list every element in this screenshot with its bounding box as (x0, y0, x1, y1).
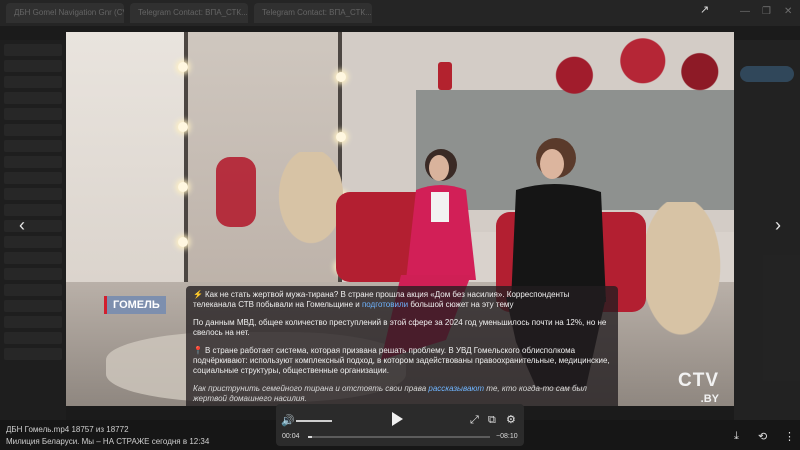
caption-paragraph: ⚡ Как не стать жертвой мужа-тирана? В стр… (193, 290, 611, 310)
chevron-right-icon[interactable]: › (768, 215, 788, 235)
share-icon[interactable]: ↗ (700, 3, 709, 16)
scene-chair-reflection (216, 157, 256, 227)
picture-in-picture-icon[interactable]: ⧉ (488, 414, 496, 427)
pin-icon: 📍 (193, 346, 203, 355)
scene-flowers (506, 32, 734, 104)
channel-logo: CTV .BY (678, 370, 719, 406)
scene-vase (438, 62, 452, 90)
caption-text: большой сюжет на эту тему (408, 300, 514, 309)
play-icon[interactable] (392, 412, 403, 426)
chevron-left-icon[interactable]: ‹ (12, 215, 32, 235)
fullscreen-icon[interactable]: ⤢ (470, 414, 479, 427)
logo-main: CTV (678, 370, 719, 391)
region-badge: ГОМЕЛЬ (104, 296, 166, 314)
caption-text: В стране работает система, которая призв… (193, 346, 610, 375)
player-controls: 🔊 ⤢ ⧉ ⚙ 00:04 −08:10 (276, 404, 524, 446)
volume-slider[interactable] (296, 420, 332, 422)
progress-bar[interactable] (308, 436, 490, 438)
time-remaining: −08:10 (496, 433, 518, 440)
video-frame[interactable]: ГОМЕЛЬ ⚡ Как не стать жертвой мужа-тирана… (66, 32, 734, 406)
lightning-icon: ⚡ (193, 290, 203, 299)
caption-paragraph: По данным МВД, общее количество преступл… (193, 318, 607, 337)
file-name-line: ДБН Гомель.mp4 18757 из 18772 (6, 425, 129, 434)
caption-link[interactable]: подготовили (362, 300, 408, 309)
rotate-icon[interactable]: ⟲ (758, 430, 767, 443)
time-current: 00:04 (282, 433, 300, 440)
progress-fill (308, 436, 312, 438)
caption-paragraph: Как приструнить семейного тирана и отсто… (193, 384, 611, 404)
gear-icon[interactable]: ⚙ (506, 413, 516, 426)
download-icon[interactable]: ⤓ (734, 430, 739, 443)
news-caption: ⚡ Как не стать жертвой мужа-тирана? В стр… (186, 286, 618, 406)
more-icon[interactable]: ⋮ (784, 430, 795, 443)
caption-text: Как приструнить семейного тирана и отсто… (193, 384, 429, 393)
file-info: ДБН Гомель.mp4 18757 из 18772 Милиция Бе… (6, 424, 209, 448)
file-source-line: Милиция Беларуси. Мы – НА СТРАЖЕ сегодня… (6, 437, 210, 446)
volume-icon[interactable]: 🔊 (281, 414, 295, 427)
caption-link[interactable]: рассказывают (428, 384, 484, 393)
caption-paragraph: 📍 В стране работает система, которая приз… (193, 346, 611, 376)
logo-sub: .BY (700, 393, 719, 405)
